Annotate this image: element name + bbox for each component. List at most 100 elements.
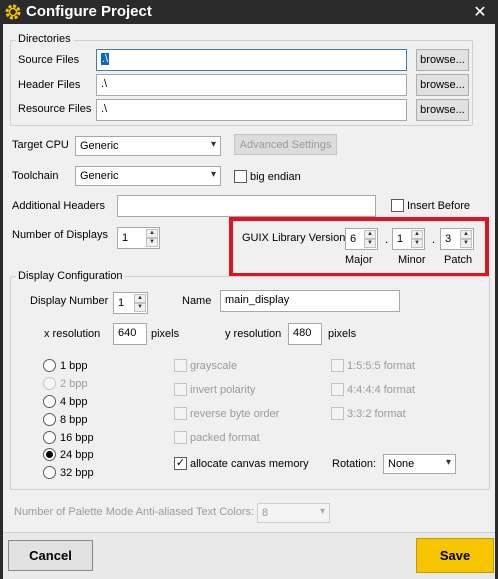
spin-down-icon[interactable]: ▼ [146, 238, 158, 247]
checkmark-icon: ✓ [175, 457, 186, 469]
bpp-1-label: 1 bpp [60, 360, 88, 372]
spin-up-icon[interactable]: ▲ [364, 230, 376, 239]
y-resolution-input[interactable]: 480 [288, 323, 322, 345]
packed-format-label: packed format [190, 432, 260, 444]
format-332-checkbox[interactable] [331, 407, 344, 420]
bpp-16-label: 16 bpp [60, 432, 94, 444]
palette-colors-select[interactable]: 8 ▾ [257, 503, 330, 523]
x-resolution-input[interactable]: 640 [113, 323, 147, 345]
toolchain-select[interactable]: Generic ▾ [75, 166, 221, 186]
x-resolution-label: x resolution [44, 328, 101, 340]
rotation-label: Rotation: [332, 458, 377, 470]
palette-colors-label: Number of Palette Mode Anti-aliased Text… [14, 506, 255, 518]
bpp-1-radio[interactable] [43, 359, 56, 372]
x-pixels-label: pixels [151, 328, 180, 340]
source-files-label: Source Files [18, 54, 80, 66]
spin-up-icon[interactable]: ▲ [134, 294, 146, 303]
format-4444-label: 4:4:4:4 format [347, 384, 415, 396]
bpp-16-radio[interactable] [43, 431, 56, 444]
packed-format-checkbox[interactable] [174, 431, 187, 444]
grayscale-checkbox[interactable] [174, 359, 187, 372]
invert-polarity-label: invert polarity [190, 384, 256, 396]
bpp-2-radio[interactable] [43, 377, 56, 390]
grayscale-label: grayscale [190, 360, 238, 372]
big-endian-label: big endian [250, 171, 301, 183]
guix-major-spinner[interactable]: 6 ▲ ▼ [345, 228, 378, 250]
resource-files-input[interactable]: .\ [96, 99, 407, 121]
format-1555-checkbox[interactable] [331, 359, 344, 372]
bpp-8-label: 8 bpp [60, 414, 88, 426]
rotation-select[interactable]: None ▾ [383, 454, 456, 474]
window-title: Configure Project [26, 3, 152, 20]
invert-polarity-checkbox[interactable] [174, 383, 187, 396]
spin-down-icon[interactable]: ▼ [460, 239, 472, 248]
chevron-down-icon: ▾ [210, 139, 216, 150]
reverse-byte-order-checkbox[interactable] [174, 407, 187, 420]
spin-down-icon[interactable]: ▼ [364, 239, 376, 248]
bpp-24-radio[interactable] [43, 448, 56, 461]
header-files-input[interactable]: .\ [96, 74, 407, 96]
y-resolution-label: y resolution [225, 328, 282, 340]
insert-before-checkbox[interactable] [391, 199, 404, 212]
additional-headers-input[interactable] [117, 195, 376, 217]
allocate-canvas-memory-checkbox[interactable]: ✓ [174, 457, 187, 470]
major-label: Major [345, 254, 373, 266]
bpp-4-radio[interactable] [43, 395, 56, 408]
spin-up-icon[interactable]: ▲ [146, 229, 158, 238]
patch-label: Patch [444, 254, 473, 266]
guix-patch-spinner[interactable]: 3 ▲ ▼ [440, 228, 474, 250]
toolchain-label: Toolchain [12, 170, 59, 182]
cancel-button[interactable]: Cancel [8, 540, 93, 571]
close-icon: ✕ [473, 4, 487, 21]
spin-down-icon[interactable]: ▼ [411, 239, 423, 248]
bpp-8-radio[interactable] [43, 413, 56, 426]
additional-headers-label: Additional Headers [12, 200, 105, 212]
target-cpu-select[interactable]: Generic ▾ [75, 136, 221, 156]
display-config-legend: Display Configuration [16, 270, 125, 282]
bpp-32-label: 32 bpp [60, 467, 94, 479]
bpp-24-label: 24 bpp [60, 449, 94, 461]
bpp-4-label: 4 bpp [60, 396, 88, 408]
number-of-displays-label: Number of Displays [12, 229, 108, 241]
radio-selected-dot [46, 451, 53, 458]
guix-minor-spinner[interactable]: 1 ▲ ▼ [392, 228, 425, 250]
close-button[interactable]: ✕ [470, 2, 490, 22]
bpp-2-label: 2 bpp [60, 378, 88, 390]
target-cpu-label: Target CPU [12, 139, 69, 151]
bpp-32-radio[interactable] [43, 466, 56, 479]
guix-version-label: GUIX Library Version [242, 232, 346, 244]
advanced-settings-button[interactable]: Advanced Settings [234, 134, 337, 155]
insert-before-label: Insert Before [407, 200, 470, 212]
format-332-label: 3:3:2 format [347, 408, 406, 420]
number-of-displays-spinner[interactable]: 1 ▲ ▼ [117, 227, 160, 249]
directories-legend: Directories [16, 33, 73, 45]
source-files-browse-button[interactable]: browse... [416, 49, 469, 71]
big-endian-checkbox[interactable] [234, 170, 247, 183]
save-button[interactable]: Save [416, 538, 494, 573]
header-files-browse-button[interactable]: browse... [416, 74, 469, 96]
spin-up-icon[interactable]: ▲ [411, 230, 423, 239]
chevron-down-icon: ▾ [319, 506, 325, 517]
spin-down-icon[interactable]: ▼ [134, 303, 146, 312]
format-4444-checkbox[interactable] [331, 383, 344, 396]
chevron-down-icon: ▾ [445, 457, 451, 468]
display-name-input[interactable]: main_display [220, 290, 400, 312]
source-files-input[interactable]: .\ [96, 49, 407, 71]
display-number-label: Display Number [30, 295, 109, 307]
y-pixels-label: pixels [328, 328, 357, 340]
resource-files-label: Resource Files [18, 103, 92, 115]
format-1555-label: 1:5:5:5 format [347, 360, 415, 372]
title-bar: Configure Project ✕ [0, 0, 498, 24]
display-number-spinner[interactable]: 1 ▲ ▼ [113, 292, 148, 314]
allocate-canvas-memory-label: allocate canvas memory [190, 458, 309, 470]
chevron-down-icon: ▾ [210, 169, 216, 180]
resource-files-browse-button[interactable]: browse... [416, 99, 469, 121]
version-separator: . [432, 234, 436, 246]
minor-label: Minor [398, 254, 426, 266]
gear-icon [5, 4, 21, 20]
reverse-byte-order-label: reverse byte order [190, 408, 280, 420]
version-separator: . [385, 234, 389, 246]
header-files-label: Header Files [18, 79, 81, 91]
spin-up-icon[interactable]: ▲ [460, 230, 472, 239]
name-label: Name [182, 295, 212, 307]
